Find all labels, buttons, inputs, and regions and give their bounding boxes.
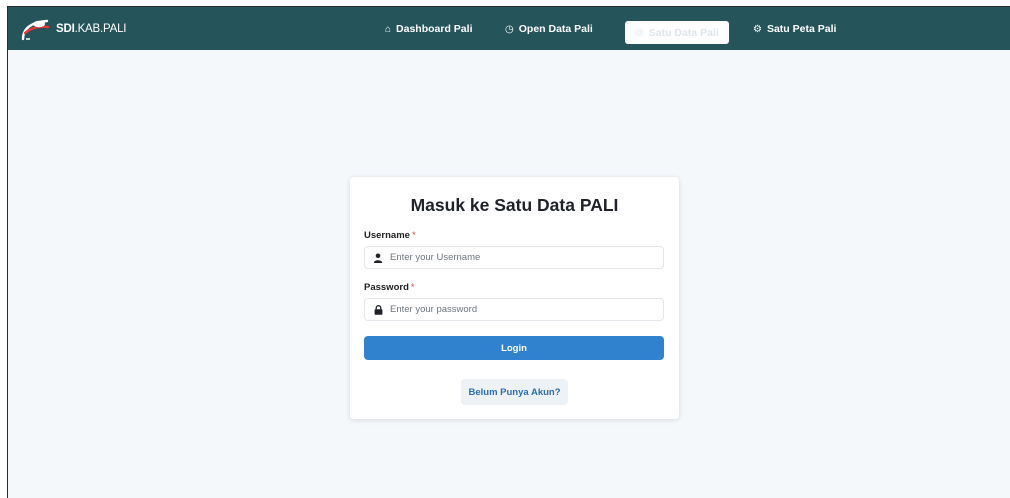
home-icon: ⌂ (385, 23, 392, 35)
login-card: Masuk ke Satu Data PALI Username* Passwo… (350, 177, 679, 419)
target-icon: ◎ (635, 27, 644, 38)
password-input[interactable] (390, 304, 650, 315)
clock-icon: ◷ (505, 23, 514, 35)
required-marker: * (410, 282, 415, 293)
nav-open-data-pali[interactable]: ◷ Open Data Pali (505, 20, 593, 38)
password-label: Password * (364, 282, 415, 293)
swoosh-logo-icon (21, 19, 50, 41)
brand-name: SDI.KAB.PALI (56, 23, 127, 35)
login-button[interactable]: Login (364, 336, 664, 360)
nav-label: Satu Data Pali (648, 26, 719, 39)
username-input[interactable] (390, 252, 650, 263)
user-icon (366, 253, 390, 263)
nav-satu-peta-pali[interactable]: ⚙ Satu Peta Pali (753, 20, 836, 38)
username-label: Username * (364, 230, 416, 241)
gear-icon: ⚙ (753, 23, 762, 35)
nav-label: Satu Peta Pali (766, 23, 837, 35)
lock-icon (366, 304, 390, 315)
top-navbar: SDI.KAB.PALI ⌂ Dashboard Pali ◷ Open Dat… (8, 7, 1010, 50)
nav-label: Open Data Pali (518, 23, 593, 35)
username-field[interactable] (364, 246, 664, 269)
login-title: Masuk ke Satu Data PALI (410, 195, 619, 215)
nav-dashboard-pali[interactable]: ⌂ Dashboard Pali (385, 20, 473, 38)
browser-viewport: SDI.KAB.PALI ⌂ Dashboard Pali ◷ Open Dat… (7, 6, 1010, 498)
password-field[interactable] (364, 298, 664, 321)
nav-label: Dashboard Pali (396, 23, 473, 35)
nav-satu-data-pali[interactable]: ◎ Satu Data Pali (625, 21, 729, 44)
brand[interactable]: SDI.KAB.PALI (20, 16, 126, 42)
required-marker: * (411, 230, 416, 241)
signup-link-button[interactable]: Belum Punya Akun? (461, 379, 568, 405)
